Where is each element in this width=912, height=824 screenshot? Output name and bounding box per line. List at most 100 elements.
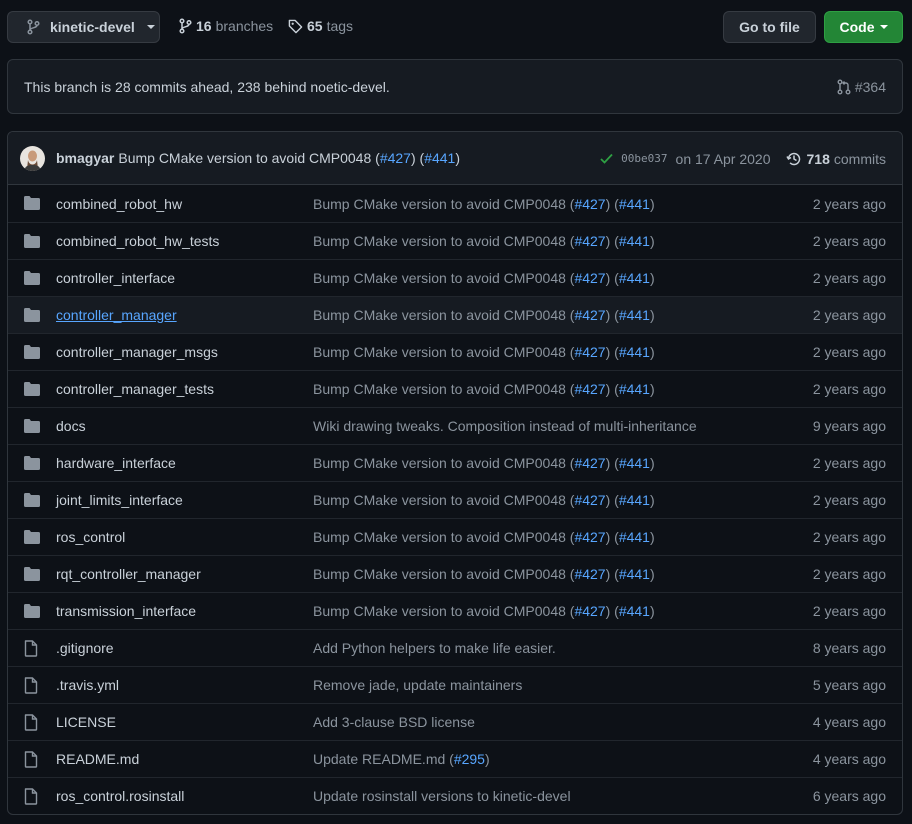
tags-link[interactable]: 65 tags	[288, 18, 353, 34]
file-commit-message[interactable]: Bump CMake version to avoid CMP0048 (#42…	[313, 381, 655, 397]
file-row[interactable]: controller_manager Bump CMake version to …	[8, 296, 902, 333]
file-name-link[interactable]: README.md	[56, 751, 139, 767]
file-commit-message[interactable]: Add Python helpers to make life easier.	[313, 640, 556, 656]
commit-pr-link[interactable]: #441	[619, 529, 650, 545]
branches-link[interactable]: 16 branches	[178, 18, 273, 34]
commit-pr-link[interactable]: #427	[574, 196, 605, 212]
commit-history-link[interactable]: 718 commits	[785, 151, 886, 167]
commit-pr-link[interactable]: #427	[574, 233, 605, 249]
file-row[interactable]: ros_control.rosinstall Update rosinstall …	[8, 777, 902, 814]
file-name-link[interactable]: combined_robot_hw	[56, 196, 182, 212]
branch-select-button[interactable]: kinetic-devel	[7, 11, 160, 43]
commit-pr-link[interactable]: #427	[574, 529, 605, 545]
commit-message-text: )	[649, 603, 655, 619]
commit-pr-link[interactable]: #441	[619, 233, 650, 249]
file-name-link[interactable]: controller_interface	[56, 270, 175, 286]
commit-pr-link[interactable]: #441	[619, 455, 650, 471]
commit-pr-link[interactable]: #441	[619, 492, 650, 508]
file-name-link[interactable]: rqt_controller_manager	[56, 566, 201, 582]
commit-pr-link[interactable]: #427	[574, 492, 605, 508]
file-commit-message[interactable]: Bump CMake version to avoid CMP0048 (#42…	[313, 603, 655, 619]
commit-sha[interactable]: 00be037	[621, 152, 667, 165]
file-name-link[interactable]: .gitignore	[56, 640, 114, 656]
file-commit-message[interactable]: Bump CMake version to avoid CMP0048 (#42…	[313, 307, 655, 323]
file-row[interactable]: LICENSE Add 3-clause BSD license 4 years a…	[8, 703, 902, 740]
commit-pr-link[interactable]: #427	[574, 270, 605, 286]
commit-message-text: )	[649, 344, 655, 360]
file-commit-age: 2 years ago	[812, 307, 886, 323]
commit-message[interactable]: Bump CMake version to avoid CMP0048 (#42…	[118, 150, 460, 166]
file-name-link[interactable]: ros_control	[56, 529, 125, 545]
commit-pr-link[interactable]: #427	[574, 381, 605, 397]
file-commit-message[interactable]: Bump CMake version to avoid CMP0048 (#42…	[313, 529, 655, 545]
commit-pr-link[interactable]: #441	[619, 196, 650, 212]
commit-pr-link[interactable]: #427	[574, 566, 605, 582]
file-row[interactable]: controller_manager_msgs Bump CMake versio…	[8, 333, 902, 370]
file-row[interactable]: README.md Update README.md (#295) 4 years …	[8, 740, 902, 777]
folder-icon	[24, 530, 40, 544]
file-row[interactable]: ros_control Bump CMake version to avoid C…	[8, 518, 902, 555]
file-commit-age: 2 years ago	[812, 603, 886, 619]
file-commit-message[interactable]: Update rosinstall versions to kinetic-de…	[313, 788, 571, 804]
file-name-link[interactable]: transmission_interface	[56, 603, 196, 619]
file-name-link[interactable]: joint_limits_interface	[56, 492, 183, 508]
commit-message-text: Bump CMake version to avoid CMP0048 (	[313, 344, 575, 360]
code-button[interactable]: Code	[824, 11, 903, 43]
file-row[interactable]: controller_manager_tests Bump CMake versi…	[8, 370, 902, 407]
check-icon[interactable]	[600, 153, 613, 164]
pull-request-link[interactable]: #364	[837, 79, 886, 95]
file-row[interactable]: rqt_controller_manager Bump CMake version…	[8, 555, 902, 592]
folder-icon	[24, 419, 40, 433]
file-name-link[interactable]: controller_manager	[56, 307, 177, 323]
file-name-link[interactable]: .travis.yml	[56, 677, 119, 693]
commit-message-text: Update rosinstall versions to kinetic-de…	[313, 788, 571, 804]
commit-pr-link[interactable]: #427	[574, 307, 605, 323]
commit-pr-link[interactable]: #441	[619, 566, 650, 582]
commit-pr-link[interactable]: #427	[380, 150, 411, 166]
commit-pr-link[interactable]: #441	[619, 603, 650, 619]
file-name-link[interactable]: LICENSE	[56, 714, 116, 730]
commit-pr-link[interactable]: #441	[619, 344, 650, 360]
file-commit-message[interactable]: Bump CMake version to avoid CMP0048 (#42…	[313, 492, 655, 508]
file-row[interactable]: .travis.yml Remove jade, update maintaine…	[8, 666, 902, 703]
file-row[interactable]: joint_limits_interface Bump CMake version…	[8, 481, 902, 518]
file-row[interactable]: docs Wiki drawing tweaks. Composition ins…	[8, 407, 902, 444]
file-name-link[interactable]: ros_control.rosinstall	[56, 788, 184, 804]
file-name-link[interactable]: docs	[56, 418, 86, 434]
file-name-link[interactable]: combined_robot_hw_tests	[56, 233, 219, 249]
file-commit-message[interactable]: Bump CMake version to avoid CMP0048 (#42…	[313, 233, 655, 249]
file-icon	[24, 788, 38, 805]
file-commit-message[interactable]: Remove jade, update maintainers	[313, 677, 522, 693]
file-row[interactable]: combined_robot_hw_tests Bump CMake versio…	[8, 222, 902, 259]
file-row[interactable]: transmission_interface Bump CMake version…	[8, 592, 902, 629]
file-row[interactable]: .gitignore Add Python helpers to make lif…	[8, 629, 902, 666]
file-commit-message[interactable]: Update README.md (#295)	[313, 751, 490, 767]
commit-pr-link[interactable]: #295	[454, 751, 485, 767]
commit-pr-link[interactable]: #441	[424, 150, 455, 166]
file-commit-message[interactable]: Bump CMake version to avoid CMP0048 (#42…	[313, 455, 655, 471]
file-commit-age: 2 years ago	[812, 344, 886, 360]
commit-author[interactable]: bmagyar	[56, 150, 114, 166]
commit-pr-link[interactable]: #441	[619, 270, 650, 286]
file-commit-message[interactable]: Bump CMake version to avoid CMP0048 (#42…	[313, 566, 655, 582]
commit-message-text: Bump CMake version to avoid CMP0048 (	[313, 455, 575, 471]
file-name-link[interactable]: hardware_interface	[56, 455, 176, 471]
file-row[interactable]: controller_interface Bump CMake version t…	[8, 259, 902, 296]
commit-pr-link[interactable]: #427	[574, 344, 605, 360]
commit-pr-link[interactable]: #441	[619, 307, 650, 323]
commit-pr-link[interactable]: #427	[574, 603, 605, 619]
commit-pr-link[interactable]: #427	[574, 455, 605, 471]
file-name-link[interactable]: controller_manager_tests	[56, 381, 214, 397]
file-commit-message[interactable]: Bump CMake version to avoid CMP0048 (#42…	[313, 196, 655, 212]
file-row[interactable]: combined_robot_hw Bump CMake version to a…	[8, 185, 902, 222]
avatar[interactable]	[20, 145, 45, 171]
file-commit-message[interactable]: Bump CMake version to avoid CMP0048 (#42…	[313, 270, 655, 286]
file-commit-message[interactable]: Wiki drawing tweaks. Composition instead…	[313, 418, 697, 434]
file-commit-message[interactable]: Add 3-clause BSD license	[313, 714, 475, 730]
file-name-link[interactable]: controller_manager_msgs	[56, 344, 218, 360]
commit-pr-link[interactable]: #441	[619, 381, 650, 397]
go-to-file-button[interactable]: Go to file	[723, 11, 816, 43]
file-row[interactable]: hardware_interface Bump CMake version to …	[8, 444, 902, 481]
file-commit-age: 2 years ago	[812, 195, 886, 212]
file-commit-message[interactable]: Bump CMake version to avoid CMP0048 (#42…	[313, 344, 655, 360]
